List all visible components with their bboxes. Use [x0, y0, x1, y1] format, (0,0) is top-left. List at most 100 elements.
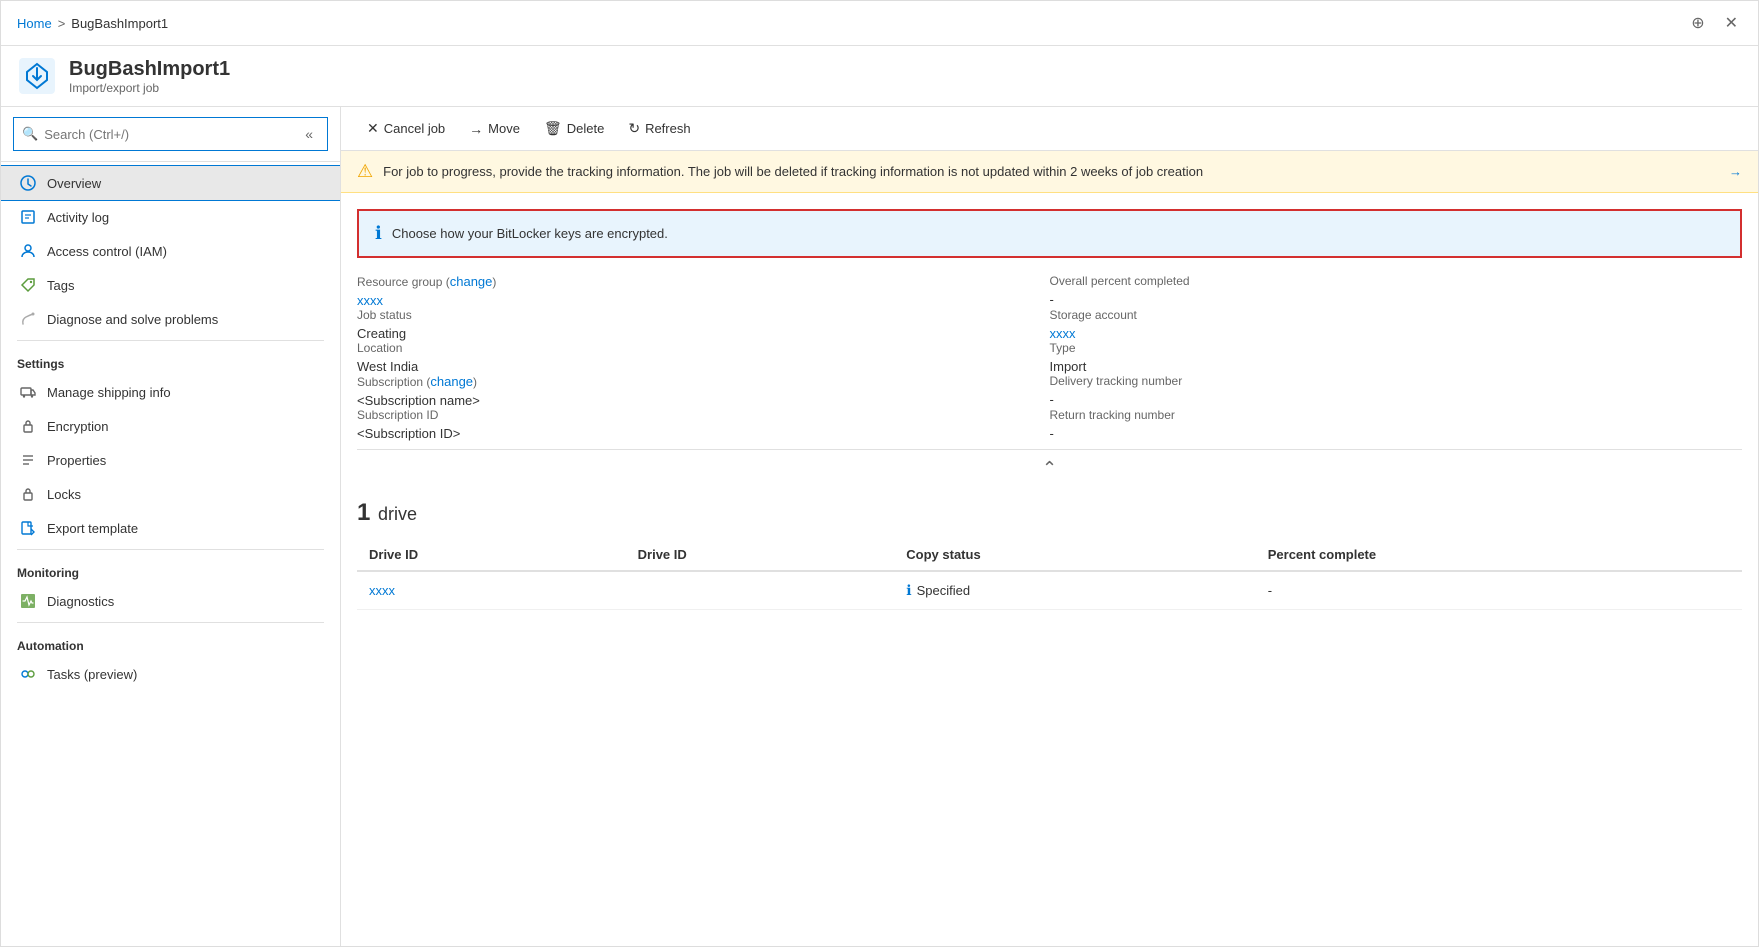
- tags-icon: [19, 276, 37, 294]
- return-tracking-value: -: [1050, 426, 1743, 441]
- resource-group-change-link[interactable]: change: [450, 274, 493, 289]
- sidebar-item-access-control[interactable]: Access control (IAM): [1, 234, 340, 268]
- sidebar-item-tags[interactable]: Tags: [1, 268, 340, 302]
- search-bar-container: 🔍 «: [1, 107, 340, 162]
- copy-status: ℹ Specified: [894, 571, 1255, 610]
- sidebar-nav: Overview Activity log Access control (IA…: [1, 162, 340, 946]
- encryption-icon: [19, 417, 37, 435]
- cancel-icon: ✕: [367, 120, 379, 137]
- col-header-drive-id-2: Drive ID: [626, 539, 895, 571]
- drive-id-link[interactable]: xxxx: [357, 571, 626, 610]
- properties-icon: [19, 451, 37, 469]
- specified-icon: ℹ: [906, 582, 911, 599]
- monitoring-section-label: Monitoring: [1, 554, 340, 584]
- page-subtitle: Import/export job: [69, 81, 230, 95]
- subscription-id-value: <Subscription ID>: [357, 426, 1050, 441]
- warning-arrow-icon[interactable]: →: [1729, 164, 1742, 179]
- collapse-sidebar-button[interactable]: «: [299, 122, 319, 146]
- move-icon: →: [469, 121, 483, 137]
- export-template-icon: [19, 519, 37, 537]
- diagnostics-icon: [19, 592, 37, 610]
- storage-account-value[interactable]: xxxx: [1050, 326, 1743, 341]
- drive-count-display: 1 drive: [357, 499, 1742, 527]
- title-row: BugBashImport1 Import/export job: [1, 46, 1758, 107]
- resource-group-value[interactable]: xxxx: [357, 293, 1050, 308]
- cancel-job-label: Cancel job: [384, 121, 445, 136]
- percent-complete: -: [1256, 571, 1742, 610]
- specified-label: Specified: [917, 583, 970, 598]
- detail-job-status: Job status Creating: [357, 308, 1050, 341]
- tasks-icon: [19, 665, 37, 683]
- sidebar-label-diagnostics: Diagnostics: [47, 594, 114, 609]
- detail-storage-account: Storage account xxxx: [1050, 308, 1743, 341]
- drive-id-2: [626, 571, 895, 610]
- sidebar-label-export-template: Export template: [47, 521, 138, 536]
- delete-icon: 🗑: [544, 120, 562, 137]
- move-button[interactable]: → Move: [459, 116, 530, 142]
- sidebar-item-tasks[interactable]: Tasks (preview): [1, 657, 340, 691]
- sidebar-item-overview[interactable]: Overview: [1, 166, 340, 200]
- breadcrumb-home[interactable]: Home: [17, 16, 52, 31]
- sidebar-label-tasks: Tasks (preview): [47, 667, 137, 682]
- warning-banner: ⚠ For job to progress, provide the track…: [341, 151, 1758, 193]
- col-header-percent-complete: Percent complete: [1256, 539, 1742, 571]
- breadcrumb-separator: >: [58, 16, 66, 31]
- page-title: BugBashImport1: [69, 58, 230, 81]
- diagnose-icon: [19, 310, 37, 328]
- subscription-id-label: Subscription ID: [357, 408, 1050, 422]
- search-input-wrap[interactable]: 🔍 «: [13, 117, 328, 151]
- delivery-tracking-label: Delivery tracking number: [1050, 374, 1743, 388]
- sidebar-item-diagnose[interactable]: Diagnose and solve problems: [1, 302, 340, 336]
- collapse-details-row: ⌃: [357, 449, 1742, 487]
- sidebar-item-properties[interactable]: Properties: [1, 443, 340, 477]
- location-label: Location: [357, 341, 1050, 355]
- locks-icon: [19, 485, 37, 503]
- pin-button[interactable]: ⊕: [1687, 9, 1708, 37]
- detail-return-tracking: Return tracking number -: [1050, 408, 1743, 441]
- overview-icon: [19, 174, 37, 192]
- col-header-copy-status: Copy status: [894, 539, 1255, 571]
- job-status-label: Job status: [357, 308, 1050, 322]
- delete-button[interactable]: 🗑 Delete: [534, 115, 614, 142]
- refresh-label: Refresh: [645, 121, 691, 136]
- sidebar-item-shipping[interactable]: Manage shipping info: [1, 375, 340, 409]
- sidebar-item-export-template[interactable]: Export template: [1, 511, 340, 545]
- storage-account-label: Storage account: [1050, 308, 1743, 322]
- overall-percent-label: Overall percent completed: [1050, 274, 1743, 288]
- return-tracking-label: Return tracking number: [1050, 408, 1743, 422]
- search-input[interactable]: [44, 127, 293, 142]
- title-text: BugBashImport1 Import/export job: [69, 58, 230, 95]
- collapse-details-button[interactable]: ⌃: [1042, 458, 1057, 479]
- sidebar-label-properties: Properties: [47, 453, 106, 468]
- main-layout: 🔍 « Overview Activ: [1, 107, 1758, 946]
- refresh-button[interactable]: ↻ Refresh: [618, 115, 700, 142]
- sidebar-item-encryption[interactable]: Encryption: [1, 409, 340, 443]
- top-bar: Home > BugBashImport1 ⊕ ✕: [1, 1, 1758, 46]
- breadcrumb-current: BugBashImport1: [71, 16, 168, 31]
- content-area: ✕ Cancel job → Move 🗑 Delete ↻ Refresh: [341, 107, 1758, 946]
- sidebar-label-shipping: Manage shipping info: [47, 385, 171, 400]
- detail-overall-percent: Overall percent completed -: [1050, 274, 1743, 308]
- subscription-change-link[interactable]: change: [430, 374, 473, 389]
- sidebar-label-overview: Overview: [47, 176, 101, 191]
- settings-section-label: Settings: [1, 345, 340, 375]
- sidebar-item-locks[interactable]: Locks: [1, 477, 340, 511]
- cancel-job-button[interactable]: ✕ Cancel job: [357, 115, 455, 142]
- sidebar-label-tags: Tags: [47, 278, 74, 293]
- job-status-value: Creating: [357, 326, 1050, 341]
- resource-group-label: Resource group (change): [357, 274, 1050, 289]
- sidebar-label-encryption: Encryption: [47, 419, 108, 434]
- shipping-icon: [19, 383, 37, 401]
- sidebar-item-activity-log[interactable]: Activity log: [1, 200, 340, 234]
- breadcrumb: Home > BugBashImport1: [17, 16, 168, 31]
- sidebar-label-locks: Locks: [47, 487, 81, 502]
- warning-icon: ⚠: [357, 161, 373, 182]
- detail-type: Type Import: [1050, 341, 1743, 374]
- detail-location: Location West India: [357, 341, 1050, 374]
- access-control-icon: [19, 242, 37, 260]
- close-button[interactable]: ✕: [1721, 9, 1742, 37]
- delivery-tracking-value: -: [1050, 392, 1743, 407]
- detail-delivery-tracking: Delivery tracking number -: [1050, 374, 1743, 408]
- refresh-icon: ↻: [628, 120, 640, 137]
- sidebar-item-diagnostics[interactable]: Diagnostics: [1, 584, 340, 618]
